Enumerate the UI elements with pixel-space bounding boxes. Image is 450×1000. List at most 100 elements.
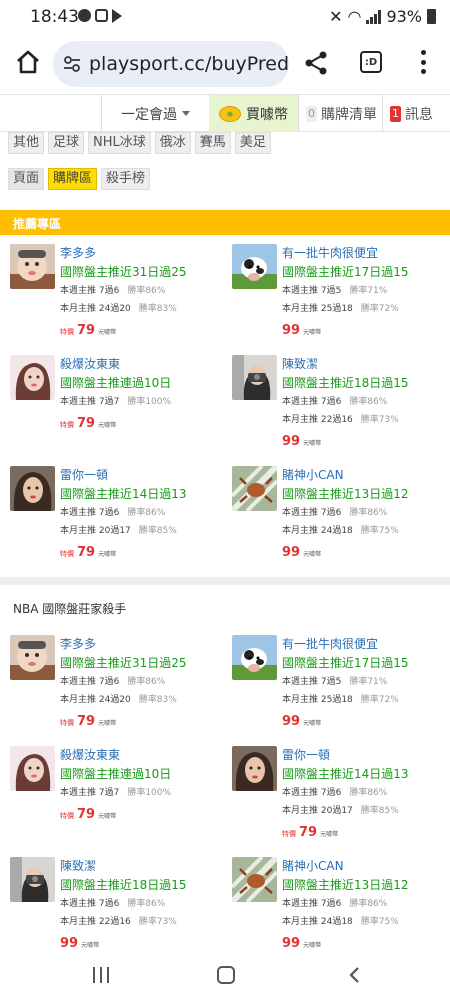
price-tag[interactable]: 特價 79 元噱幣	[60, 541, 116, 560]
week-win-rate: 勝率86%	[349, 397, 388, 407]
price-unit: 元噱幣	[98, 551, 117, 558]
avatar[interactable]	[10, 355, 55, 400]
predictor-card[interactable]: 賭神小CAN 國際盤主推近13日過12 本週主推 7過6 勝率86% 本月主推 24過1…	[232, 466, 442, 566]
predictor-name-link[interactable]: 雷你一頓	[282, 746, 330, 763]
back-icon[interactable]	[346, 966, 364, 984]
month-record: 本月主推 24過18	[282, 917, 353, 927]
predictor-card[interactable]: 殺爆汝東東 國際盤主推連過10日 本週主推 7過7 勝率100% 特價 79 元噱幣	[10, 746, 220, 846]
address-bar[interactable]: playsport.cc/buyPredic	[53, 41, 289, 87]
special-price-label: 特價	[60, 421, 74, 429]
predictor-card[interactable]: 雷你一頓 國際盤主推近14日過13 本週主推 7過6 勝率86% 本月主推 20過17 勝…	[232, 746, 442, 846]
month-stats: 本月主推 25過18 勝率72%	[282, 301, 399, 314]
predictor-card[interactable]: 陳致潔 國際盤主推近18日過15 本週主推 7過6 勝率86% 本月主推 22過16 勝率…	[10, 857, 220, 957]
more-options-icon[interactable]	[420, 50, 426, 74]
avatar[interactable]	[10, 857, 55, 902]
site-settings-icon[interactable]	[63, 55, 81, 73]
sport-tag[interactable]: 其他	[8, 132, 45, 154]
price-tag[interactable]: 特價 79 元噱幣	[60, 710, 116, 729]
predictor-name-link[interactable]: 殺爆汝東東	[60, 355, 120, 372]
price-value: 99	[282, 323, 301, 338]
avatar[interactable]	[232, 857, 277, 902]
predictor-name-link[interactable]: 李多多	[60, 635, 96, 652]
month-stats: 本月主推 22過16 勝率73%	[60, 914, 177, 927]
coin-icon: ●	[219, 105, 241, 122]
predictor-name-link[interactable]: 陳致潔	[60, 857, 96, 874]
record-text: 國際盤主推近18日過15	[60, 878, 187, 892]
predictor-card[interactable]: 李多多 國際盤主推近31日過25 本週主推 7過6 勝率86% 本月主推 24過20 勝率…	[10, 244, 220, 344]
record-text: 國際盤主推近17日過15	[282, 656, 409, 670]
price-tag[interactable]: 99 元噱幣	[282, 932, 321, 951]
member-dropdown[interactable]: 一定會過	[101, 95, 209, 132]
price-tag[interactable]: 99 元噱幣	[282, 430, 321, 449]
price-value: 99	[282, 545, 301, 560]
predictor-name-link[interactable]: 陳致潔	[282, 355, 318, 372]
buy-coins-button[interactable]: ● 買噱幣	[209, 95, 298, 132]
purchase-list-button[interactable]: 0 購牌清單	[298, 95, 382, 132]
sport-tag[interactable]: 美足	[234, 132, 271, 154]
avatar[interactable]	[10, 746, 55, 791]
week-record: 本週主推 7過6	[60, 899, 120, 909]
url-text: playsport.cc/buyPredic	[89, 53, 289, 75]
month-stats: 本月主推 20過17 勝率85%	[60, 523, 177, 536]
avatar[interactable]	[10, 635, 55, 680]
month-win-rate: 勝率75%	[360, 917, 399, 927]
avatar[interactable]	[232, 466, 277, 511]
predictor-name-link[interactable]: 雷你一頓	[60, 466, 108, 483]
predictor-card[interactable]: 陳致潔 國際盤主推近18日過15 本週主推 7過6 勝率86% 本月主推 22過16 勝率…	[232, 355, 442, 455]
share-icon[interactable]	[303, 50, 329, 76]
system-home-icon[interactable]	[217, 966, 235, 984]
month-record: 本月主推 20過17	[282, 806, 353, 816]
predictor-card[interactable]: 李多多 國際盤主推近31日過25 本週主推 7過6 勝率86% 本月主推 24過20 勝率…	[10, 635, 220, 735]
predictor-name-link[interactable]: 有一批牛肉很便宜	[282, 635, 378, 652]
page-label: 頁面	[8, 168, 45, 190]
price-value: 79	[77, 714, 96, 729]
tab-buy-area[interactable]: 購牌區	[48, 168, 98, 190]
tab-switcher-button[interactable]: :D	[360, 51, 382, 73]
home-icon[interactable]	[14, 48, 42, 76]
price-tag[interactable]: 特價 79 元噱幣	[282, 821, 338, 840]
sport-tag-row: 其他 足球 NHL冰球 俄冰 賽馬 美足	[8, 132, 271, 154]
predictor-card[interactable]: 雷你一頓 國際盤主推近14日過13 本週主推 7過6 勝率86% 本月主推 20過17 勝…	[10, 466, 220, 566]
avatar[interactable]	[10, 466, 55, 511]
price-tag[interactable]: 特價 79 元噱幣	[60, 319, 116, 338]
avatar[interactable]	[10, 244, 55, 289]
predictor-card[interactable]: 有一批牛肉很便宜國際盤主推近17日過15 本週主推 7過5 勝率71% 本月主推 25…	[232, 635, 442, 735]
week-stats: 本週主推 7過6 勝率86%	[60, 283, 165, 296]
predictor-name-link[interactable]: 李多多	[60, 244, 96, 261]
avatar[interactable]	[232, 244, 277, 289]
price-unit: 元噱幣	[98, 422, 117, 429]
predictor-card[interactable]: 有一批牛肉很便宜 國際盤主推近17日過15 本週主推 7過5 勝率71% 本月主推 25…	[232, 244, 442, 344]
price-tag[interactable]: 99 元噱幣	[282, 541, 321, 560]
recent-apps-icon[interactable]	[93, 967, 109, 983]
price-unit: 元噱幣	[98, 329, 117, 336]
month-stats: 本月主推 25過18 勝率72%	[282, 692, 399, 705]
predictor-card[interactable]: 賭神小CAN 國際盤主推近13日過12 本週主推 7過6 勝率86% 本月主推 24過1…	[232, 857, 442, 957]
predictor-name-link[interactable]: 有一批牛肉很便宜	[282, 244, 378, 261]
price-tag[interactable]: 特價 79 元噱幣	[60, 803, 116, 822]
sport-tag[interactable]: 賽馬	[194, 132, 231, 154]
price-tag[interactable]: 99 元噱幣	[282, 710, 321, 729]
price-unit: 元噱幣	[303, 942, 322, 949]
week-stats: 本週主推 7過5 勝率71%	[282, 674, 387, 687]
record-text: 國際盤主推近14日過13	[60, 487, 187, 501]
sport-tag[interactable]: 足球	[48, 132, 85, 154]
predictor-card[interactable]: 殺爆汝東東 國際盤主推連過10日 本週主推 7過7 勝率100% 特價 79 元噱幣	[10, 355, 220, 455]
price-tag[interactable]: 99 元噱幣	[282, 319, 321, 338]
predictor-name-link[interactable]: 殺爆汝東東	[60, 746, 120, 763]
week-win-rate: 勝率86%	[349, 899, 388, 909]
avatar[interactable]	[232, 746, 277, 791]
avatar[interactable]	[232, 635, 277, 680]
avatar[interactable]	[232, 355, 277, 400]
predictor-name-link[interactable]: 賭神小CAN	[282, 857, 344, 874]
tab-killer-ranking[interactable]: 殺手榜	[101, 168, 151, 190]
sport-tag[interactable]: NHL冰球	[88, 132, 151, 154]
price-tag[interactable]: 99 元噱幣	[60, 932, 99, 951]
week-win-rate: 勝率86%	[349, 508, 388, 518]
messenger-icon	[78, 9, 91, 22]
price-tag[interactable]: 特價 79 元噱幣	[60, 412, 116, 431]
messages-button[interactable]: 1 訊息	[382, 95, 450, 132]
sport-tag[interactable]: 俄冰	[154, 132, 191, 154]
price-value: 79	[77, 416, 96, 431]
month-record: 本月主推 22過16	[282, 415, 353, 425]
predictor-name-link[interactable]: 賭神小CAN	[282, 466, 344, 483]
